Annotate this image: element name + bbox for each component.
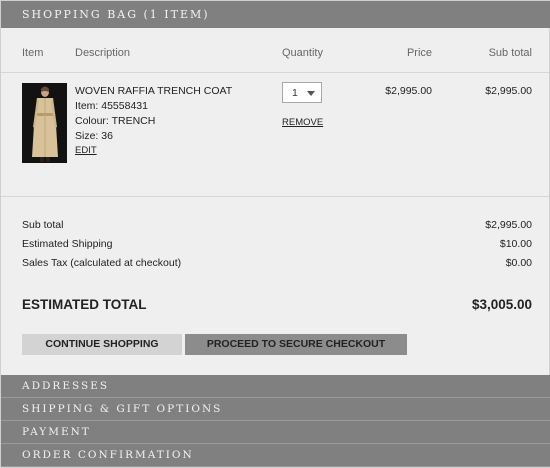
divider (1, 196, 550, 197)
column-header-subtotal: Sub total (488, 47, 532, 59)
chevron-down-icon (307, 91, 315, 96)
quantity-value: 1 (292, 87, 298, 99)
shopping-bag-panel: Shopping Bag (1 item) Item Description Q… (0, 0, 550, 468)
product-item-number: Item: 45558431 (75, 100, 148, 112)
product-name: WOVEN RAFFIA TRENCH COAT (75, 85, 233, 97)
estimated-total-label: Estimated Total (22, 297, 147, 312)
shopping-bag-header: Shopping Bag (1 item) (1, 1, 550, 28)
continue-shopping-button[interactable]: Continue Shopping (22, 334, 182, 355)
product-size: Size: 36 (75, 130, 113, 142)
divider (1, 72, 550, 73)
column-header-item: Item (22, 47, 44, 59)
estimated-total-value: $3,005.00 (471, 297, 532, 312)
step-shipping-gift-options[interactable]: Shipping & Gift Options (1, 398, 550, 421)
column-header-description: Description (75, 47, 131, 59)
summary-subtotal-label: Sub total (22, 219, 64, 231)
edit-item-link[interactable]: Edit (75, 145, 97, 156)
step-addresses[interactable]: Addresses (1, 375, 550, 398)
product-colour: Colour: TRENCH (75, 115, 156, 127)
remove-item-link[interactable]: Remove (282, 117, 323, 128)
quantity-select[interactable]: 1 (282, 82, 322, 103)
step-order-confirmation[interactable]: Order Confirmation (1, 444, 550, 467)
column-header-price: Price (406, 47, 432, 59)
summary-shipping-label: Estimated Shipping (22, 238, 113, 250)
summary-tax-label: Sales Tax (calculated at checkout) (22, 257, 182, 269)
summary-subtotal-value: $2,995.00 (485, 219, 532, 231)
summary-tax-value: $0.00 (505, 257, 532, 269)
summary-shipping-value: $10.00 (499, 238, 532, 250)
item-subtotal: $2,995.00 (485, 85, 532, 97)
step-payment[interactable]: Payment (1, 421, 550, 444)
column-header-quantity: Quantity (282, 47, 323, 59)
proceed-to-checkout-button[interactable]: Proceed to Secure Checkout (185, 334, 407, 355)
product-thumbnail[interactable] (22, 83, 67, 163)
item-price: $2,995.00 (385, 85, 432, 97)
